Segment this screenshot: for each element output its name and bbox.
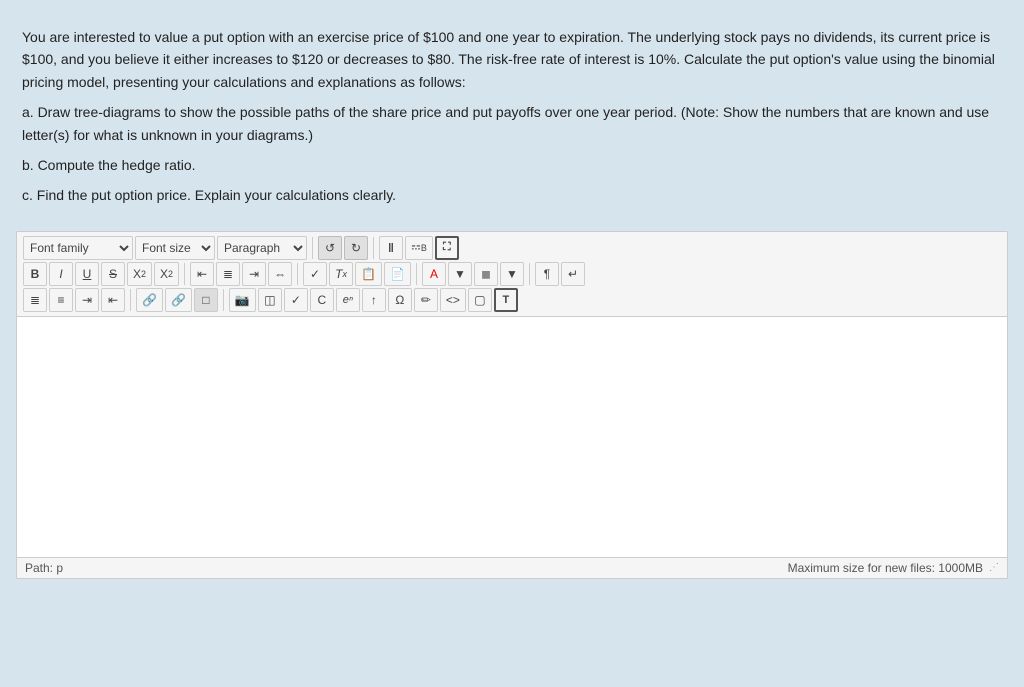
- question-part-a: a. Draw tree-diagrams to show the possib…: [22, 101, 1002, 146]
- strikethrough-button[interactable]: S: [101, 262, 125, 286]
- font-color-button[interactable]: A: [422, 262, 446, 286]
- sep-4: [297, 263, 298, 285]
- subscript-button[interactable]: X2: [127, 262, 152, 286]
- align-left-button[interactable]: ⇤: [190, 262, 214, 286]
- omega-button[interactable]: Ω: [388, 288, 412, 312]
- toolbar: Font family Font size Paragraph ↺ ↻ ‖ 𝌂B…: [17, 232, 1007, 317]
- fullscreen-button[interactable]: ⛶: [435, 236, 459, 260]
- sep-1: [312, 237, 313, 259]
- editor-container: Font family Font size Paragraph ↺ ↻ ‖ 𝌂B…: [16, 231, 1008, 579]
- table-button[interactable]: ✏: [414, 288, 438, 312]
- toolbar-row-2: B I U S X2 X2 ⇤ ≣ ⇥ ⇔ ✓ Tx 📋 📄 A ▼ ◼ ▼ ¶…: [23, 262, 1001, 286]
- undo-button[interactable]: ↺: [318, 236, 342, 260]
- nonbreaking-button[interactable]: ‖: [379, 236, 403, 260]
- sep-3: [184, 263, 185, 285]
- italic-button[interactable]: I: [49, 262, 73, 286]
- checkmark-button[interactable]: ✓: [284, 288, 308, 312]
- question-text: You are interested to value a put option…: [16, 16, 1008, 231]
- toolbar-row-1: Font family Font size Paragraph ↺ ↻ ‖ 𝌂B…: [23, 236, 1001, 260]
- upload-button[interactable]: ↑: [362, 288, 386, 312]
- font-size-select[interactable]: Font size: [135, 236, 215, 260]
- editor-path: Path: p: [25, 561, 63, 575]
- media-button[interactable]: ◫: [258, 288, 282, 312]
- paste-button[interactable]: 📄: [384, 262, 411, 286]
- underline-button[interactable]: U: [75, 262, 99, 286]
- subscript-special-button[interactable]: 𝌂B: [405, 236, 433, 260]
- unlink-button[interactable]: 🔗: [165, 288, 192, 312]
- toolbar-row-3: ≣ ≡ ⇥ ⇤ 🔗 🔗 □ 📷 ◫ ✓ C eⁿ ↑ Ω ✏ <> ▢ T: [23, 288, 1001, 312]
- ltr-button[interactable]: ¶: [535, 262, 559, 286]
- question-part-b: b. Compute the hedge ratio.: [22, 154, 1002, 176]
- sep-2: [373, 237, 374, 259]
- superscript-button[interactable]: X2: [154, 262, 179, 286]
- question-intro: You are interested to value a put option…: [22, 26, 1002, 93]
- sep-5: [416, 263, 417, 285]
- sep-6: [529, 263, 530, 285]
- redo-button[interactable]: ↻: [344, 236, 368, 260]
- align-center-button[interactable]: ≣: [216, 262, 240, 286]
- resize-handle[interactable]: ⋰: [989, 562, 999, 573]
- link-button[interactable]: 🔗: [136, 288, 163, 312]
- highlight-dropdown[interactable]: ▼: [500, 262, 524, 286]
- code-button[interactable]: <>: [440, 288, 466, 312]
- highlight-button[interactable]: ◼: [474, 262, 498, 286]
- ordered-list-button[interactable]: ≣: [23, 288, 47, 312]
- bold-button[interactable]: B: [23, 262, 47, 286]
- align-right-button[interactable]: ⇥: [242, 262, 266, 286]
- sep-7: [130, 289, 131, 311]
- template-button[interactable]: T: [494, 288, 518, 312]
- max-size-label: Maximum size for new files: 1000MB: [788, 561, 983, 575]
- justify-button[interactable]: ⇔: [268, 262, 292, 286]
- bookmark-button[interactable]: ▢: [468, 288, 492, 312]
- indent-button[interactable]: ⇥: [75, 288, 99, 312]
- editor-footer: Path: p Maximum size for new files: 1000…: [17, 557, 1007, 578]
- question-part-c: c. Find the put option price. Explain yo…: [22, 184, 1002, 206]
- editor-body[interactable]: [17, 317, 1007, 557]
- font-family-select[interactable]: Font family: [23, 236, 133, 260]
- sep-8: [223, 289, 224, 311]
- font-color-dropdown[interactable]: ▼: [448, 262, 472, 286]
- image-button[interactable]: 📷: [229, 288, 256, 312]
- clear-format-button[interactable]: Tx: [329, 262, 353, 286]
- copy-button[interactable]: 📋: [355, 262, 382, 286]
- unordered-list-button[interactable]: ≡: [49, 288, 73, 312]
- refresh-button[interactable]: C: [310, 288, 334, 312]
- blockquote-button[interactable]: ✓: [303, 262, 327, 286]
- paragraph-select[interactable]: Paragraph: [217, 236, 307, 260]
- embed-button[interactable]: eⁿ: [336, 288, 360, 312]
- rtl-button[interactable]: ↵: [561, 262, 585, 286]
- anchor-button[interactable]: □: [194, 288, 218, 312]
- outdent-button[interactable]: ⇤: [101, 288, 125, 312]
